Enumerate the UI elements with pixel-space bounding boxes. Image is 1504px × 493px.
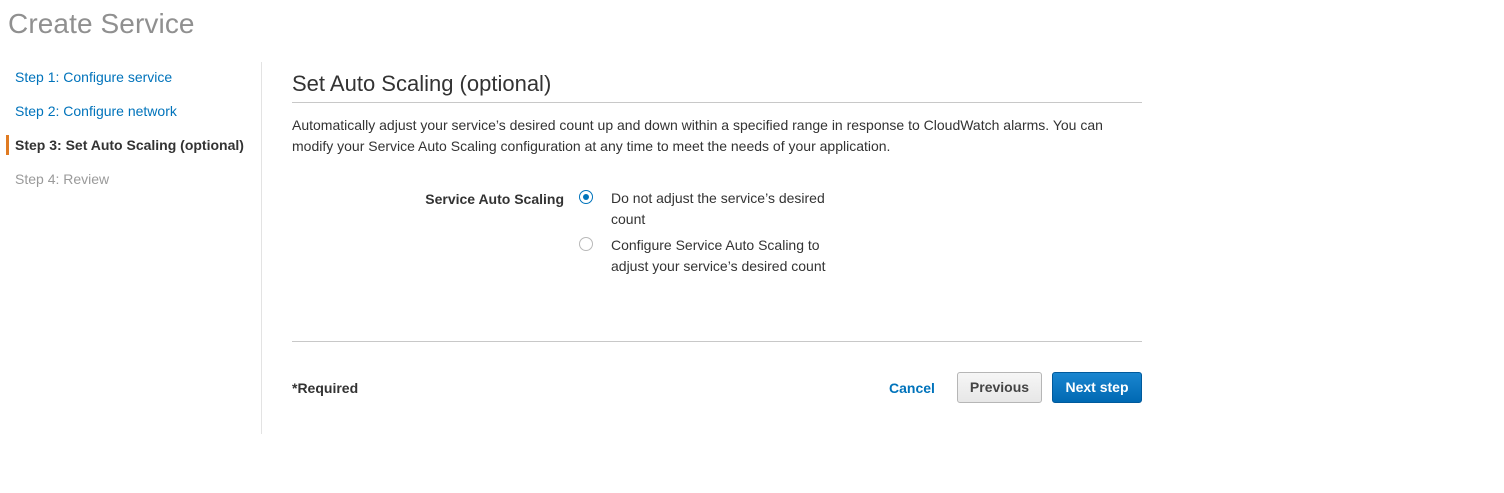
step-3-current: Step 3: Set Auto Scaling (optional): [15, 137, 244, 153]
radio-button-checked[interactable]: [579, 190, 593, 204]
radio-option-do-not-adjust[interactable]: Do not adjust the service’s desired coun…: [579, 188, 839, 232]
step-1-link[interactable]: Step 1: Configure service: [15, 68, 172, 86]
service-auto-scaling-row: Service Auto Scaling Do not adjust the s…: [292, 188, 1142, 288]
required-note: *Required: [292, 380, 359, 396]
step-content: Set Auto Scaling (optional) Automaticall…: [292, 68, 1142, 274]
wizard-steps-nav: Step 1: Configure service Step 2: Config…: [0, 62, 262, 434]
radio-option-label: Do not adjust the service’s desired coun…: [611, 190, 825, 227]
page-title: Create Service: [8, 8, 195, 39]
radio-option-configure-auto-scaling[interactable]: Configure Service Auto Scaling to adjust…: [579, 235, 839, 279]
radio-button-unchecked[interactable]: [579, 237, 593, 251]
cancel-link[interactable]: Cancel: [889, 379, 935, 397]
section-description: Automatically adjust your service’s desi…: [292, 117, 1103, 154]
next-step-button[interactable]: Next step: [1052, 372, 1142, 403]
step-2-link[interactable]: Step 2: Configure network: [15, 102, 177, 120]
previous-button[interactable]: Previous: [957, 372, 1042, 403]
service-auto-scaling-label: Service Auto Scaling: [425, 191, 564, 207]
active-step-marker: [6, 135, 9, 155]
footer-divider: [292, 341, 1142, 342]
radio-option-label: Configure Service Auto Scaling to adjust…: [611, 237, 826, 274]
step-4-disabled: Step 4: Review: [15, 171, 110, 187]
create-service-page: Create Service Step 1: Configure service…: [0, 0, 1504, 493]
section-title: Set Auto Scaling (optional): [292, 68, 1142, 103]
